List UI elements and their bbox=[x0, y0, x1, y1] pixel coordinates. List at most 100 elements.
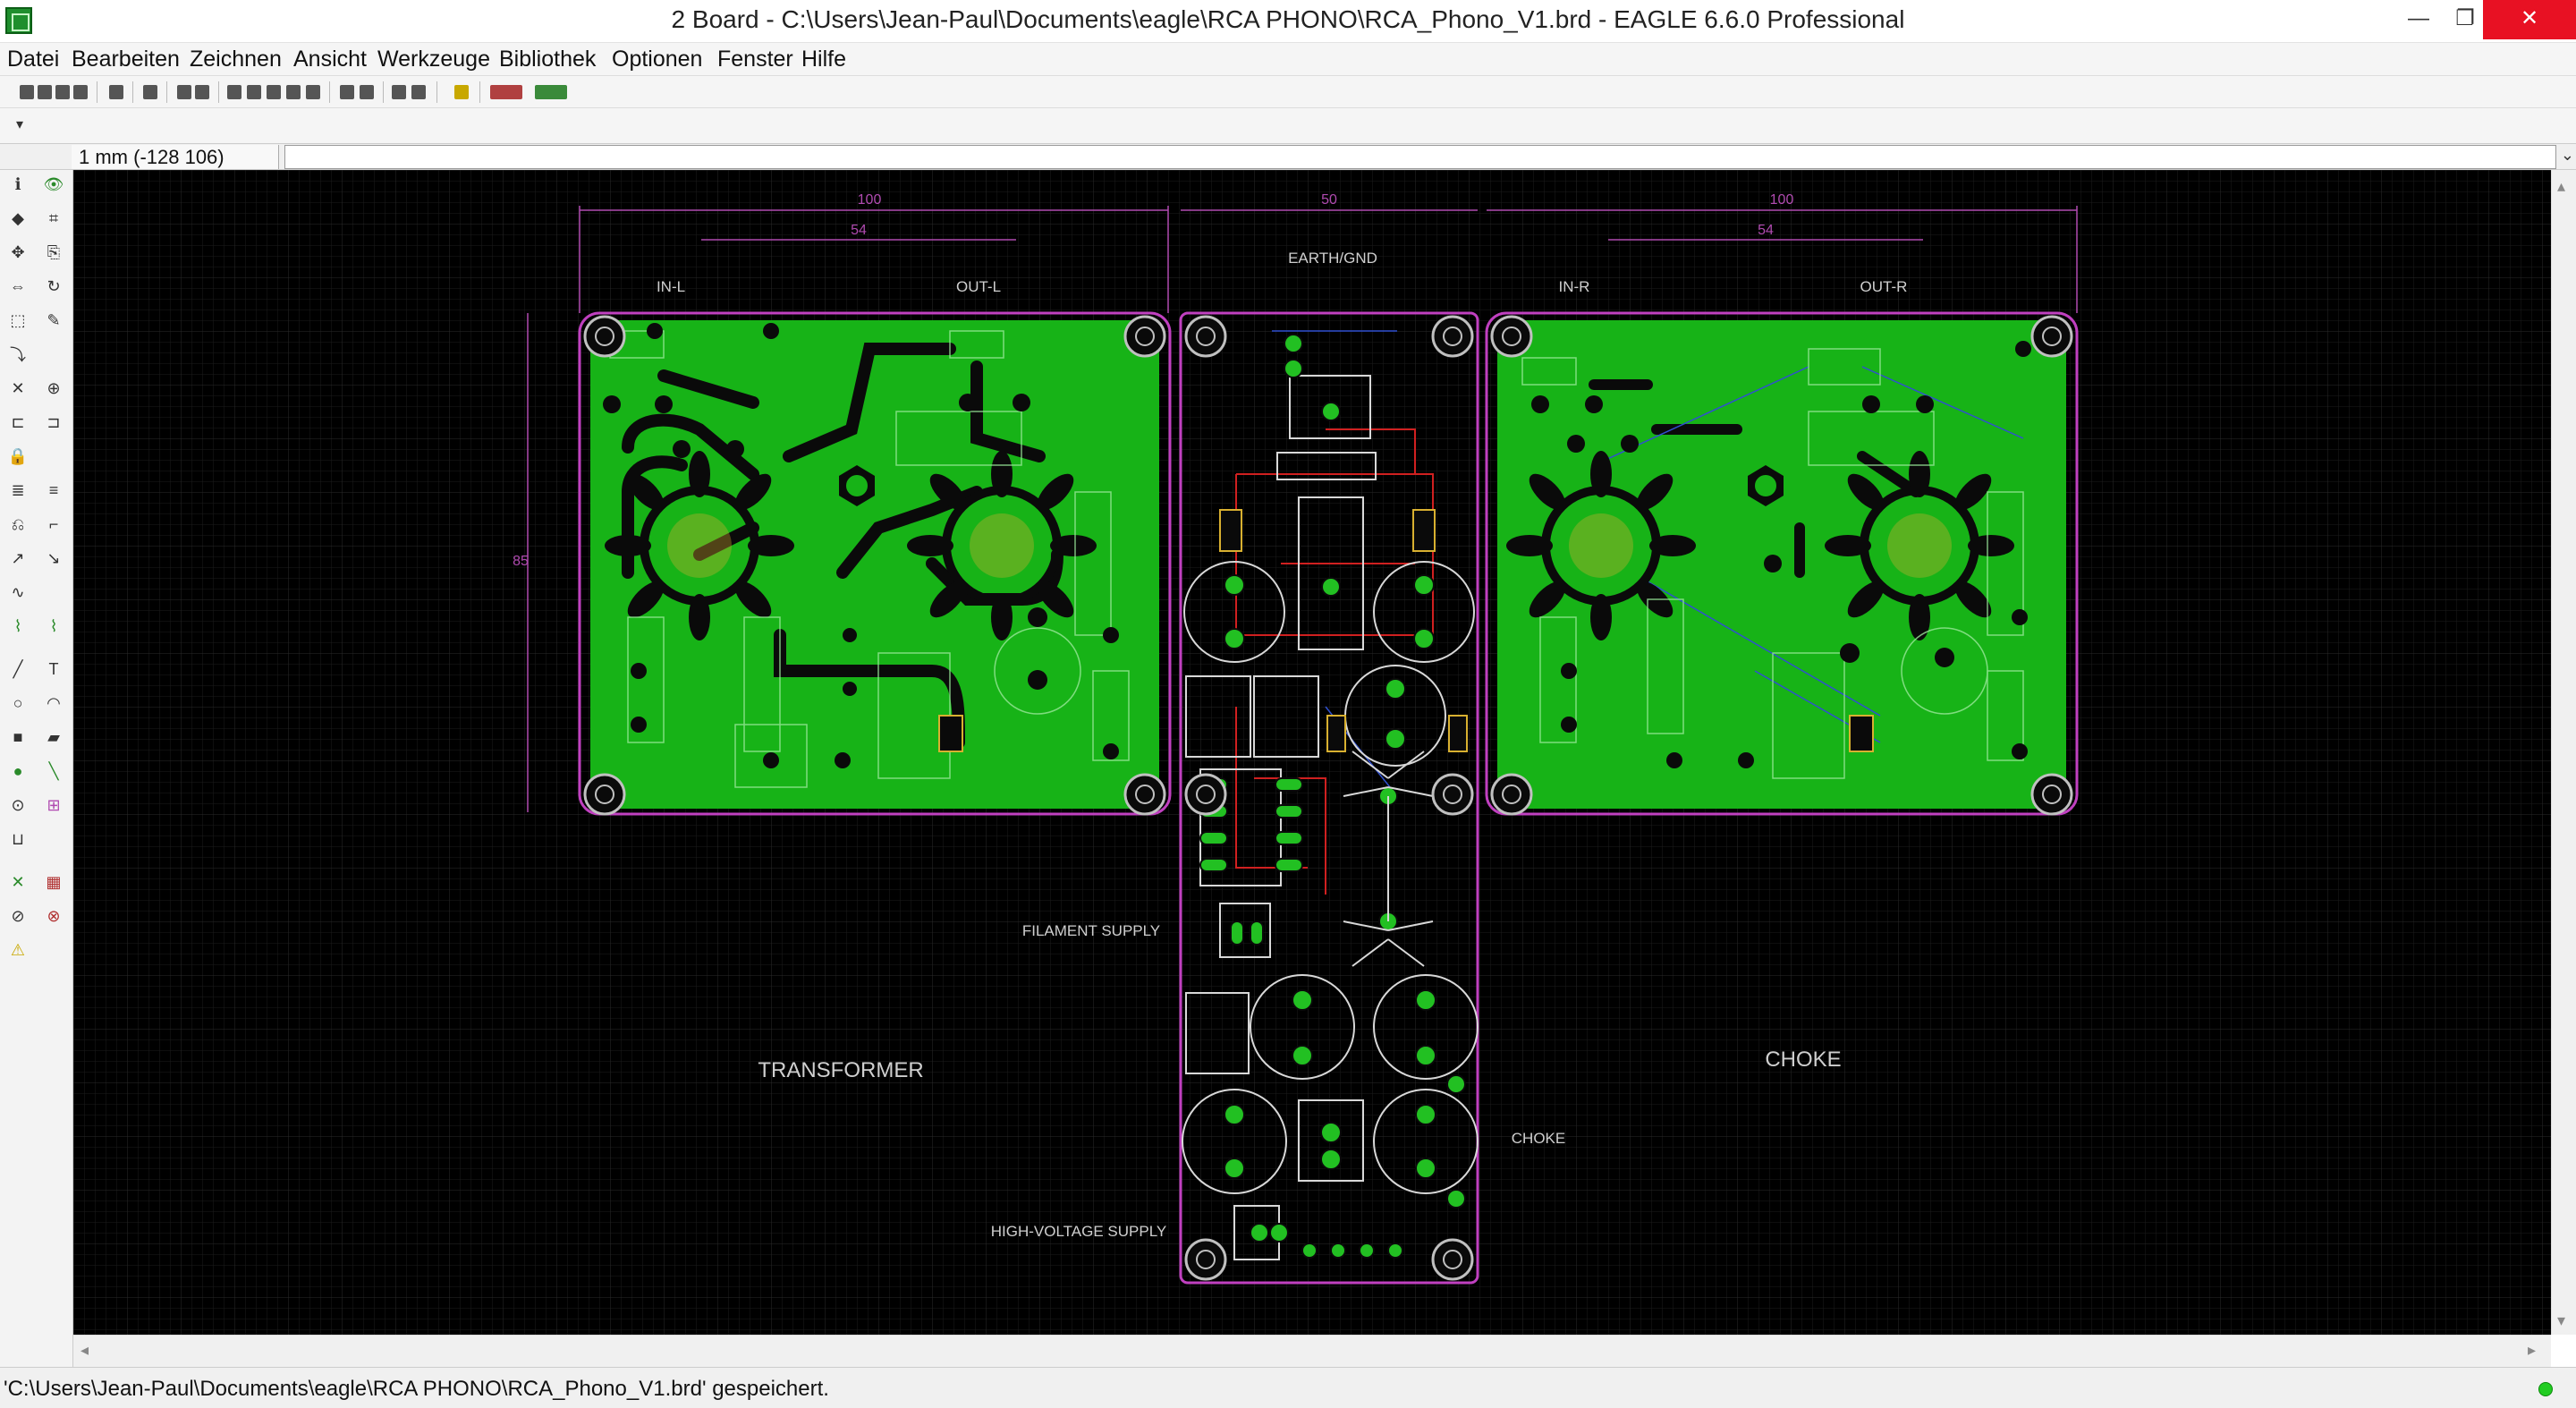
meander-icon[interactable]: ∿ bbox=[7, 581, 29, 603]
label-choke-small: CHOKE bbox=[1512, 1130, 1565, 1147]
layer-dropdown-icon[interactable]: ▾ bbox=[16, 115, 34, 135]
via-add-icon[interactable]: ● bbox=[7, 760, 29, 782]
scroll-left-icon[interactable]: ◂ bbox=[80, 1341, 89, 1360]
warning-icon[interactable]: ⚠ bbox=[7, 939, 29, 961]
split-icon[interactable]: ≡ bbox=[43, 479, 64, 501]
smash-icon[interactable]: ≣ bbox=[7, 479, 29, 501]
zoom-fit-icon[interactable] bbox=[227, 85, 242, 99]
zoom-in-icon[interactable] bbox=[247, 85, 261, 99]
via-icon[interactable]: ⌇ bbox=[43, 615, 64, 637]
menu-bearbeiten[interactable]: Bearbeiten bbox=[72, 45, 180, 73]
pcb-drawing[interactable]: 100 54 50 100 54 85 TRANSFORMER CHOKE EA… bbox=[73, 170, 2551, 1335]
scroll-right-icon[interactable]: ▸ bbox=[2528, 1341, 2536, 1360]
scroll-up-icon[interactable]: ▴ bbox=[2557, 177, 2565, 196]
change-icon[interactable]: ✎ bbox=[43, 310, 64, 331]
auto-icon[interactable]: ▦ bbox=[43, 871, 64, 893]
value-icon[interactable]: ⊐ bbox=[43, 411, 64, 433]
menu-optionen[interactable]: Optionen bbox=[612, 45, 702, 73]
add-icon[interactable]: ⊕ bbox=[43, 377, 64, 399]
show-icon[interactable]: 👁 bbox=[43, 174, 64, 195]
polygon-icon[interactable]: ▰ bbox=[43, 726, 64, 748]
menu-zeichnen[interactable]: Zeichnen bbox=[190, 45, 282, 73]
status-message: 'C:\Users\Jean-Paul\Documents\eagle\RCA … bbox=[4, 1377, 829, 1401]
zoom-select-icon[interactable] bbox=[286, 85, 301, 99]
delete-icon[interactable]: ✕ bbox=[7, 377, 29, 399]
vertical-scrollbar[interactable]: ▴ ▾ bbox=[2551, 170, 2576, 1335]
rect-icon[interactable]: ■ bbox=[7, 726, 29, 748]
command-history-dropdown[interactable]: ⌄ bbox=[2561, 146, 2574, 165]
label-in-l: IN-L bbox=[657, 278, 685, 295]
miter-icon[interactable]: ⌐ bbox=[43, 513, 64, 535]
menu-bar: Datei Bearbeiten Zeichnen Ansicht Werkze… bbox=[0, 43, 2576, 75]
close-button[interactable]: ✕ bbox=[2483, 0, 2576, 39]
parameter-toolbar: ▾ bbox=[0, 107, 2576, 143]
print-icon[interactable] bbox=[55, 85, 70, 99]
right-tube-socket-2 bbox=[1825, 451, 2014, 640]
mark-icon[interactable]: ⌗ bbox=[43, 208, 64, 229]
lock-icon[interactable]: 🔒 bbox=[7, 445, 29, 467]
ratsnest-icon[interactable]: ✕ bbox=[7, 871, 29, 893]
drc-icon[interactable]: ⊘ bbox=[7, 905, 29, 927]
open-icon[interactable] bbox=[20, 85, 34, 99]
paste-icon[interactable]: ⤵ bbox=[7, 344, 29, 365]
wire-icon[interactable]: ╱ bbox=[7, 658, 29, 680]
move-icon[interactable]: ✥ bbox=[7, 242, 29, 263]
optimize-icon[interactable]: ⎌ bbox=[7, 513, 29, 535]
copy-icon[interactable]: ⎘ bbox=[43, 242, 64, 263]
title-bar: 2 Board - C:\Users\Jean-Paul\Documents\e… bbox=[0, 0, 2576, 43]
save-icon[interactable] bbox=[38, 85, 52, 99]
display-icon[interactable]: ◆ bbox=[7, 208, 29, 229]
scroll-down-icon[interactable]: ▾ bbox=[2557, 1311, 2565, 1330]
right-board[interactable] bbox=[1485, 311, 2079, 816]
attribute-icon[interactable]: ⊞ bbox=[43, 794, 64, 816]
menu-ansicht[interactable]: Ansicht bbox=[293, 45, 367, 73]
menu-werkzeuge[interactable]: Werkzeuge bbox=[377, 45, 490, 73]
info-icon[interactable]: ℹ bbox=[7, 174, 29, 195]
redo-icon[interactable] bbox=[360, 85, 374, 99]
schematic-icon[interactable] bbox=[195, 85, 209, 99]
ripup-icon[interactable]: ↘ bbox=[43, 547, 64, 569]
arc-icon[interactable]: ◠ bbox=[43, 692, 64, 714]
go-icon[interactable] bbox=[411, 85, 426, 99]
name-icon[interactable]: ⊏ bbox=[7, 411, 29, 433]
signal-add-icon[interactable]: ╲ bbox=[43, 760, 64, 782]
ulp-icon[interactable] bbox=[143, 85, 157, 99]
label-out-l: OUT-L bbox=[956, 278, 1001, 295]
board-icon[interactable] bbox=[177, 85, 191, 99]
group-icon[interactable]: ⬚ bbox=[7, 310, 29, 331]
rotate-icon[interactable]: ↻ bbox=[43, 276, 64, 297]
dim-left-width: 100 bbox=[858, 192, 882, 208]
dimension-icon[interactable]: ⊔ bbox=[7, 828, 29, 850]
zoom-out-icon[interactable] bbox=[267, 85, 281, 99]
right-tube-socket-1 bbox=[1506, 451, 1696, 640]
left-board[interactable] bbox=[578, 311, 1172, 816]
command-input[interactable] bbox=[284, 145, 2556, 169]
errors-icon[interactable]: ⊗ bbox=[43, 905, 64, 927]
circle-icon[interactable]: ○ bbox=[7, 692, 29, 714]
route-icon[interactable]: ↗ bbox=[7, 547, 29, 569]
redraw-icon[interactable] bbox=[306, 85, 320, 99]
pcb-quote-icon[interactable] bbox=[535, 85, 567, 99]
cam-icon[interactable] bbox=[73, 85, 88, 99]
dim-right-width: 100 bbox=[1770, 192, 1794, 208]
menu-hilfe[interactable]: Hilfe bbox=[801, 45, 846, 73]
menu-fenster[interactable]: Fenster bbox=[717, 45, 793, 73]
tool-palette: ℹ 👁 ◆ ⌗ ✥ ⎘ ⇔ ↻ ⬚ ✎ ⤵ ✕ ⊕ ⊏ ⊐ 🔒 ≣ ≡ ⎌ ⌐ … bbox=[0, 170, 73, 1369]
dim-right-inner: 54 bbox=[1758, 223, 1774, 238]
script-icon[interactable] bbox=[109, 85, 123, 99]
menu-datei[interactable]: Datei bbox=[7, 45, 59, 73]
undo-icon[interactable] bbox=[340, 85, 354, 99]
help-icon[interactable] bbox=[454, 85, 469, 99]
stop-icon[interactable] bbox=[392, 85, 406, 99]
window-title: 2 Board - C:\Users\Jean-Paul\Documents\e… bbox=[671, 5, 1905, 33]
hole-icon[interactable]: ⊙ bbox=[7, 794, 29, 816]
text-icon[interactable]: T bbox=[43, 658, 64, 680]
signal-icon[interactable]: ⌇ bbox=[7, 615, 29, 637]
command-row: 1 mm (-128 106) ⌄ bbox=[0, 143, 2576, 170]
left-tube-socket-2 bbox=[907, 451, 1097, 640]
design-link-icon[interactable] bbox=[490, 85, 522, 99]
board-canvas[interactable]: 100 54 50 100 54 85 TRANSFORMER CHOKE EA… bbox=[73, 170, 2551, 1335]
mirror-icon[interactable]: ⇔ bbox=[7, 276, 29, 297]
horizontal-scrollbar[interactable]: ◂ ▸ bbox=[73, 1335, 2551, 1367]
menu-bibliothek[interactable]: Bibliothek bbox=[499, 45, 596, 73]
